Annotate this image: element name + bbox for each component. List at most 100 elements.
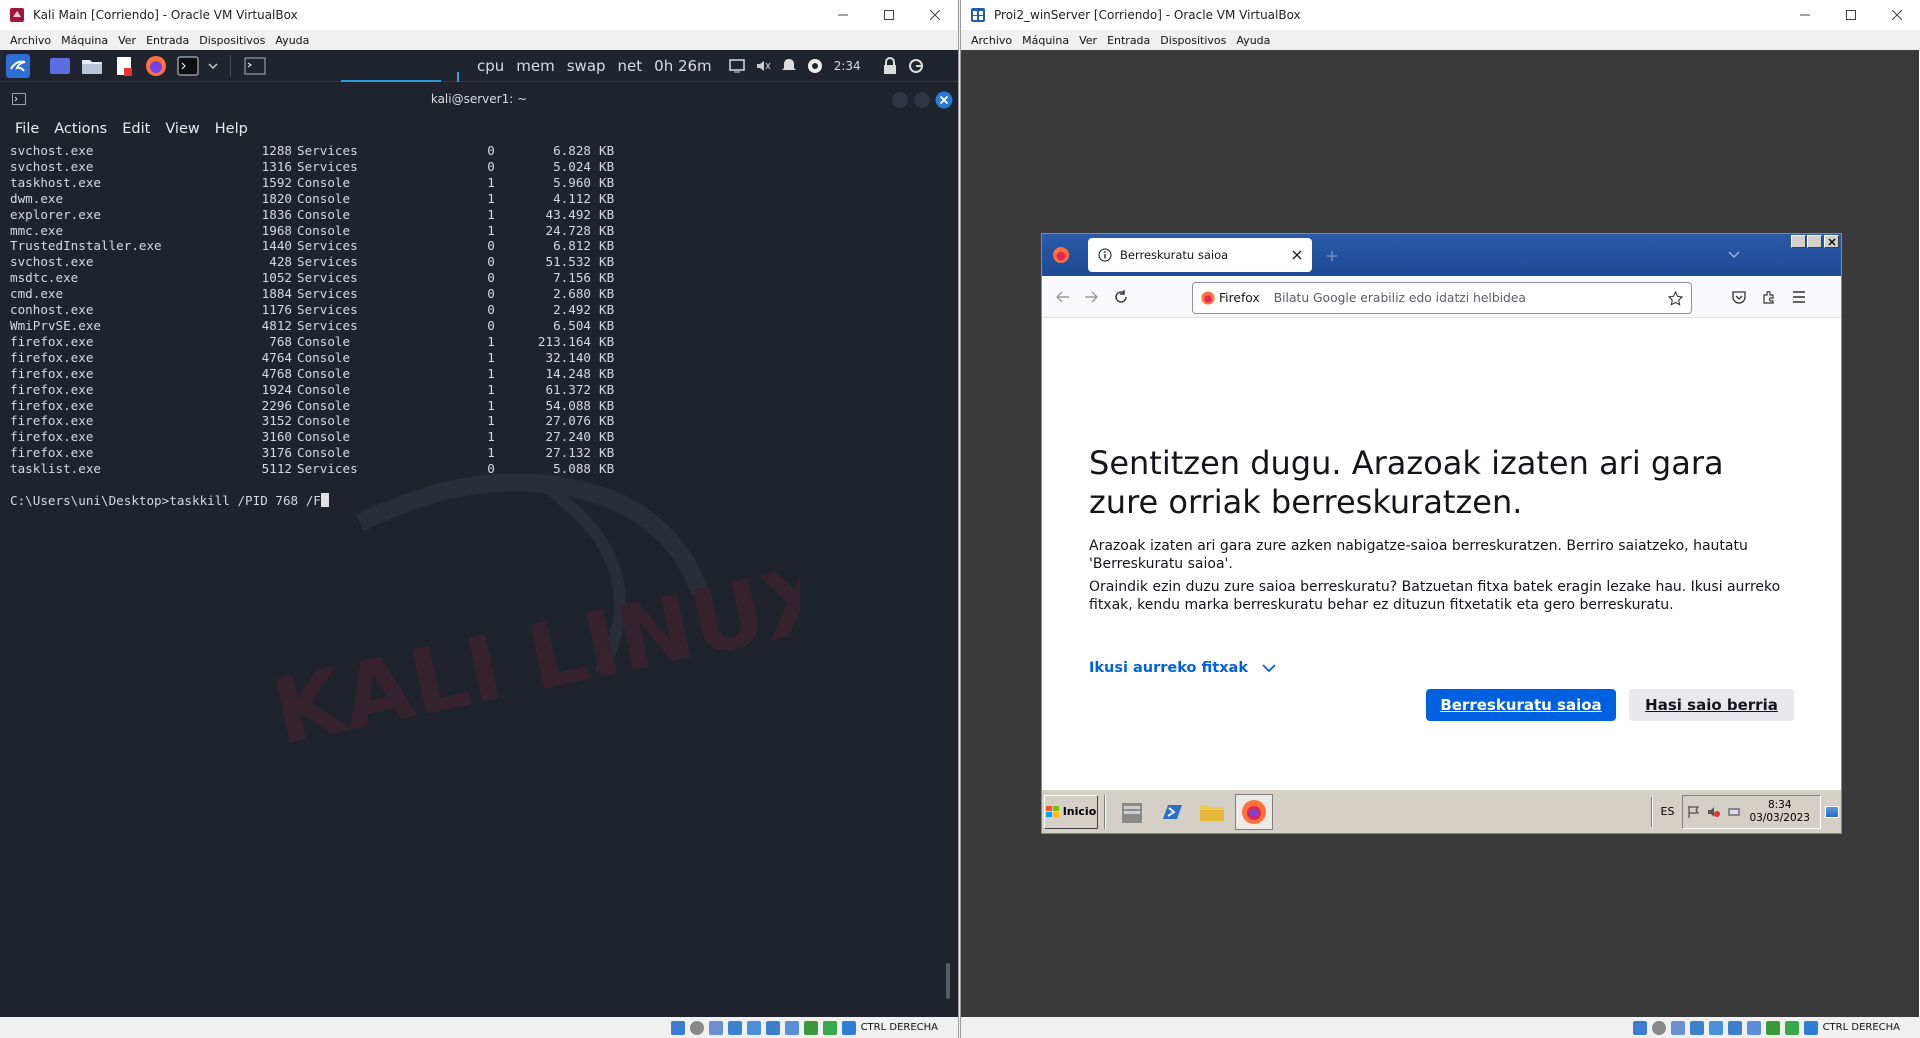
start-button[interactable]: Inicio (1044, 794, 1098, 829)
command-input[interactable]: taskkill /PID 768 /F (169, 493, 321, 508)
mouse-integration-icon[interactable] (1803, 1020, 1818, 1035)
chevron-down-icon[interactable] (208, 61, 218, 71)
tab-close-icon[interactable] (1292, 250, 1302, 260)
firefox-taskbar-button[interactable] (1235, 793, 1273, 830)
network-status-icon[interactable] (1689, 1020, 1704, 1035)
mouse-integration-icon[interactable] (841, 1020, 856, 1035)
menu-maquina[interactable]: Máquina (57, 34, 114, 47)
terminal-menu-view[interactable]: View (165, 121, 199, 137)
extensions-icon[interactable] (1762, 290, 1776, 304)
hdd-status-icon[interactable] (670, 1020, 685, 1035)
menu-ver[interactable]: Ver (114, 34, 142, 47)
restore-session-button[interactable]: Berreskuratu saioa (1426, 689, 1616, 721)
lock-icon[interactable] (881, 56, 899, 75)
maximize-button[interactable] (866, 0, 912, 30)
new-tab-icon[interactable] (1326, 250, 1338, 262)
explorer-folder-icon[interactable] (1195, 795, 1229, 829)
network-status-icon[interactable] (727, 1020, 742, 1035)
shared-folders-icon[interactable] (765, 1020, 780, 1035)
power-status-icon[interactable] (806, 57, 824, 75)
server-manager-icon[interactable] (1115, 795, 1149, 829)
ff-minimize-button[interactable] (1791, 235, 1806, 248)
back-arrow-icon[interactable] (1056, 291, 1070, 303)
kali-vbox-titlebar[interactable]: Kali Main [Corriendo] - Oracle VM Virtua… (0, 0, 958, 30)
terminal-output[interactable]: svchost.exe 1288 Services 0 6.828 KB svchost.e… (10, 143, 944, 1007)
cpu-status-icon[interactable] (822, 1020, 837, 1035)
usb-status-icon[interactable] (746, 1020, 761, 1035)
optical-drive-icon[interactable] (689, 1020, 704, 1035)
recording-status-icon[interactable] (1765, 1020, 1780, 1035)
new-session-button[interactable]: Hasi saio berria (1629, 689, 1794, 721)
ff-restore-button[interactable] (1807, 235, 1822, 248)
terminal-menu-file[interactable]: File (15, 121, 39, 137)
close-button[interactable] (912, 0, 958, 30)
shared-folders-icon[interactable] (1727, 1020, 1742, 1035)
menu-ver[interactable]: Ver (1075, 34, 1103, 47)
menu-archivo[interactable]: Archivo (967, 34, 1018, 47)
winserver-vbox-titlebar[interactable]: Proi2_winServer [Corriendo] - Oracle VM … (961, 0, 1920, 30)
kali-guest-screen[interactable]: cpu mem swap net 0h 26m 2:34 KALI LINUX k… (0, 50, 958, 1017)
minimize-button[interactable] (820, 0, 866, 30)
cpu-status-icon[interactable] (1784, 1020, 1799, 1035)
tray-clock[interactable]: 8:34 03/03/2023 (1749, 799, 1810, 825)
mem-monitor[interactable]: mem (516, 57, 554, 75)
cpu-monitor[interactable]: cpu (477, 57, 504, 75)
panel-clock[interactable]: 2:34 (834, 59, 861, 73)
minimize-button[interactable] (1782, 0, 1828, 30)
display-icon[interactable] (728, 57, 746, 75)
workspace-icon[interactable] (48, 54, 72, 78)
terminal-maximize-button[interactable] (914, 92, 930, 108)
swap-monitor[interactable]: swap (567, 57, 606, 75)
audio-status-icon[interactable] (708, 1020, 723, 1035)
kali-menu-icon[interactable] (6, 53, 30, 78)
file-manager-icon[interactable] (80, 54, 104, 78)
forward-arrow-icon[interactable] (1084, 291, 1098, 303)
close-button[interactable] (1874, 0, 1920, 30)
terminal-scrollbar[interactable] (946, 963, 950, 999)
volume-muted-icon[interactable] (1707, 805, 1721, 819)
powershell-icon[interactable] (1155, 795, 1189, 829)
firefox-view-icon[interactable] (1052, 246, 1070, 264)
firefox-launcher-icon[interactable] (144, 54, 168, 78)
recording-status-icon[interactable] (803, 1020, 818, 1035)
audio-status-icon[interactable] (1670, 1020, 1685, 1035)
display-status-icon[interactable] (1746, 1020, 1761, 1035)
terminal-minimize-button[interactable] (892, 92, 908, 108)
command-line[interactable]: C:\Users\uni\Desktop>taskkill /PID 768 /… (10, 493, 944, 509)
menu-maquina[interactable]: Máquina (1018, 34, 1075, 47)
optical-drive-icon[interactable] (1651, 1020, 1666, 1035)
net-monitor[interactable]: net (618, 57, 643, 75)
terminal-close-icon[interactable] (935, 91, 953, 109)
text-editor-icon[interactable] (112, 54, 136, 78)
menu-archivo[interactable]: Archivo (6, 34, 57, 47)
logout-icon[interactable] (907, 57, 925, 75)
list-all-tabs-icon[interactable] (1728, 251, 1740, 259)
reload-icon[interactable] (1114, 290, 1128, 304)
show-previous-tabs-link[interactable]: Ikusi aurreko fitxak (1089, 660, 1276, 676)
firefox-window[interactable]: Berreskuratu saioa Firefox Bilatu Google… (1041, 233, 1842, 834)
menu-ayuda[interactable]: Ayuda (271, 34, 315, 47)
maximize-button[interactable] (1828, 0, 1874, 30)
hdd-status-icon[interactable] (1632, 1020, 1647, 1035)
language-indicator[interactable]: ES (1661, 805, 1675, 818)
terminal-task-icon[interactable] (243, 54, 267, 78)
winserver-guest-screen[interactable]: Berreskuratu saioa Firefox Bilatu Google… (961, 50, 1919, 1017)
bookmark-star-icon[interactable] (1668, 291, 1683, 306)
terminal-menu-help[interactable]: Help (215, 121, 248, 137)
terminal-menu-edit[interactable]: Edit (122, 121, 150, 137)
menu-entrada[interactable]: Entrada (142, 34, 195, 47)
hamburger-menu-icon[interactable] (1792, 291, 1806, 303)
ff-close-button[interactable] (1824, 235, 1839, 248)
terminal-titlebar[interactable]: kali@server1: ~ (0, 83, 958, 115)
terminal-launcher-icon[interactable] (176, 54, 200, 78)
url-bar[interactable]: Firefox Bilatu Google erabiliz edo idatz… (1192, 282, 1692, 314)
network-tray-icon[interactable] (1727, 805, 1741, 819)
volume-muted-icon[interactable] (754, 57, 772, 75)
menu-entrada[interactable]: Entrada (1103, 34, 1156, 47)
menu-dispositivos[interactable]: Dispositivos (1156, 34, 1232, 47)
usb-status-icon[interactable] (1708, 1020, 1723, 1035)
show-desktop-button[interactable] (1825, 805, 1839, 818)
terminal-menu-actions[interactable]: Actions (54, 121, 107, 137)
menu-dispositivos[interactable]: Dispositivos (195, 34, 271, 47)
active-tab[interactable]: Berreskuratu saioa (1088, 238, 1312, 272)
